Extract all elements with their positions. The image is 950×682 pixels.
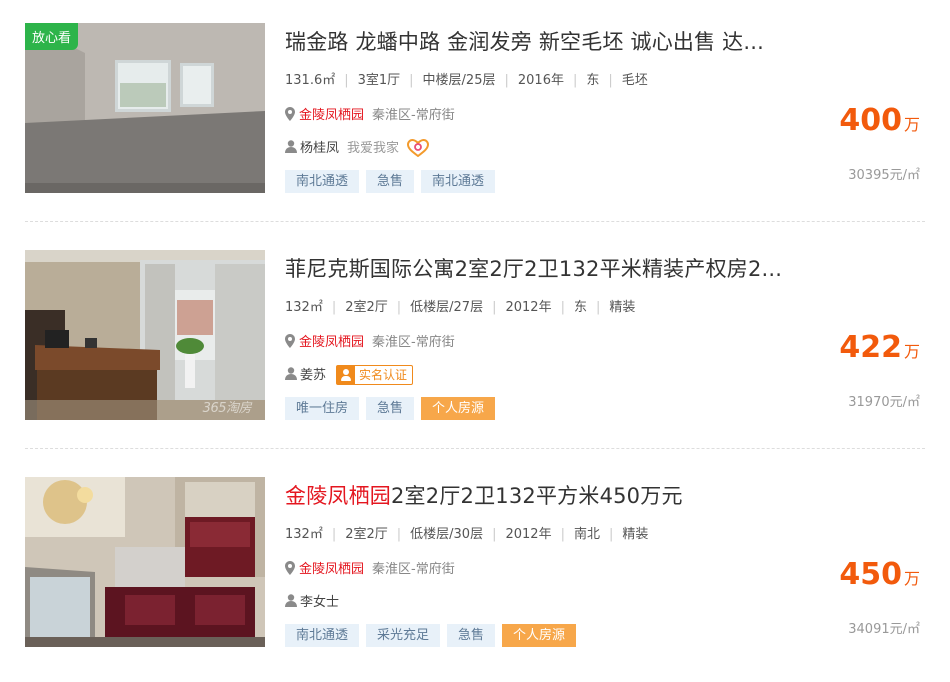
listing-specs: 132㎡ | 2室2厅 | 低楼层/30层 | 2012年 | 南北 | 精装 [285,523,648,542]
office-room-photo [25,250,265,420]
listing-divider [25,221,925,222]
agent-name: 李女士 [300,595,340,610]
map-pin-icon [285,561,295,575]
build-year: 2016年 [517,73,564,88]
unit-price: 30395元/㎡ [848,168,920,183]
unit-price: 31970元/㎡ [848,395,920,410]
feature-tag: 急售 [366,397,415,420]
listing-tags: 南北通透 急售 南北通透 [285,170,502,193]
floor-info: 低楼层/27层 [410,300,484,315]
listing-agent: 李女士 [285,591,339,610]
listing-card[interactable]: 放心看 瑞金路 龙蟠中路 金润发旁 新空毛坯 诚心出售 达... 131.6㎡ |… [0,0,950,228]
listing-divider [25,448,925,449]
feature-tag: 南北通透 [285,170,360,193]
feature-tag: 急售 [366,170,415,193]
total-price: 422 万 [839,330,920,365]
orientation: 东 [573,300,587,315]
listing-photo[interactable] [25,477,265,647]
listing-agent: 姜苏 实名认证 [285,364,414,385]
listing-photo[interactable]: 放心看 [25,23,265,193]
orientation: 东 [586,73,600,88]
feature-tag: 采光充足 [366,624,441,647]
listing-tags: 南北通透 采光充足 急售 个人房源 [285,624,583,647]
feature-tag: 急售 [447,624,496,647]
price-unit: 万 [903,569,920,588]
listing-agent: 杨桂凤 我爱我家 [285,137,430,157]
listing-location: 金陵凤栖园 秦淮区-常府街 [285,331,455,350]
decoration: 精装 [622,527,649,542]
room-layout: 2室2厅 [345,300,388,315]
community-link[interactable]: 金陵凤栖园 [299,335,364,350]
listing-specs: 131.6㎡ | 3室1厅 | 中楼层/25层 | 2016年 | 东 | 毛坯 [285,69,648,88]
listing-card[interactable]: 365淘房 菲尼克斯国际公寓2室2厅2卫132平米精装产权房2... 132㎡ |… [0,227,950,455]
heart-logo-icon [407,139,430,157]
listing-tags: 唯一住房 急售 个人房源 [285,397,502,420]
verified-user-icon [337,366,356,384]
user-icon [285,367,297,380]
agency-name: 我爱我家 [347,141,400,156]
total-price: 400 万 [839,103,920,138]
feature-tag: 南北通透 [421,170,496,193]
total-price: 450 万 [839,557,920,592]
district-label: 秦淮区-常府街 [372,108,455,123]
listing-photo[interactable]: 365淘房 [25,250,265,420]
agent-name: 杨桂凤 [300,141,340,156]
build-year: 2012年 [505,300,552,315]
feature-tag: 南北通透 [285,624,360,647]
photo-watermark: 365淘房 [202,401,252,416]
area-size: 131.6㎡ [285,73,336,88]
feature-tag: 唯一住房 [285,397,360,420]
title-community-highlight: 金陵凤栖园 [285,484,391,508]
map-pin-icon [285,107,295,121]
floor-info: 中楼层/25层 [422,73,496,88]
orientation: 南北 [573,527,600,542]
personal-listing-tag: 个人房源 [421,397,496,420]
decoration: 毛坯 [621,73,648,88]
user-icon [285,594,297,607]
area-size: 132㎡ [285,300,323,315]
price-value: 422 [839,330,902,365]
listing-location: 金陵凤栖园 秦淮区-常府街 [285,104,455,123]
room-layout: 3室1厅 [357,73,401,88]
area-size: 132㎡ [285,527,323,542]
district-label: 秦淮区-常府街 [372,335,455,350]
user-icon [285,140,297,153]
agent-name: 姜苏 [300,368,327,383]
community-link[interactable]: 金陵凤栖园 [299,562,364,577]
floor-info: 低楼层/30层 [410,527,484,542]
price-unit: 万 [903,115,920,134]
listing-title[interactable]: 菲尼克斯国际公寓2室2厅2卫132平米精装产权房2... [285,253,825,283]
community-link[interactable]: 金陵凤栖园 [299,108,364,123]
district-label: 秦淮区-常府街 [372,562,455,577]
build-year: 2012年 [505,527,552,542]
living-room-photo [25,477,265,647]
listing-title[interactable]: 金陵凤栖园2室2厅2卫132平方米450万元 [285,480,825,510]
verified-label: 实名认证 [359,368,408,382]
title-text: 2室2厅2卫132平方米450万元 [391,484,683,508]
listing-title[interactable]: 瑞金路 龙蟠中路 金润发旁 新空毛坯 诚心出售 达... [285,26,825,56]
real-name-verified-badge: 实名认证 [336,365,414,385]
unit-price: 34091元/㎡ [848,622,920,637]
price-value: 400 [839,103,902,138]
price-unit: 万 [903,342,920,361]
listing-location: 金陵凤栖园 秦淮区-常府街 [285,558,455,577]
price-value: 450 [839,557,902,592]
map-pin-icon [285,334,295,348]
personal-listing-tag: 个人房源 [502,624,577,647]
listing-specs: 132㎡ | 2室2厅 | 低楼层/27层 | 2012年 | 东 | 精装 [285,296,635,315]
listing-card[interactable]: 金陵凤栖园2室2厅2卫132平方米450万元 132㎡ | 2室2厅 | 低楼层/30层… [0,454,950,682]
room-layout: 2室2厅 [345,527,388,542]
decoration: 精装 [609,300,636,315]
verified-viewing-badge: 放心看 [25,23,79,50]
